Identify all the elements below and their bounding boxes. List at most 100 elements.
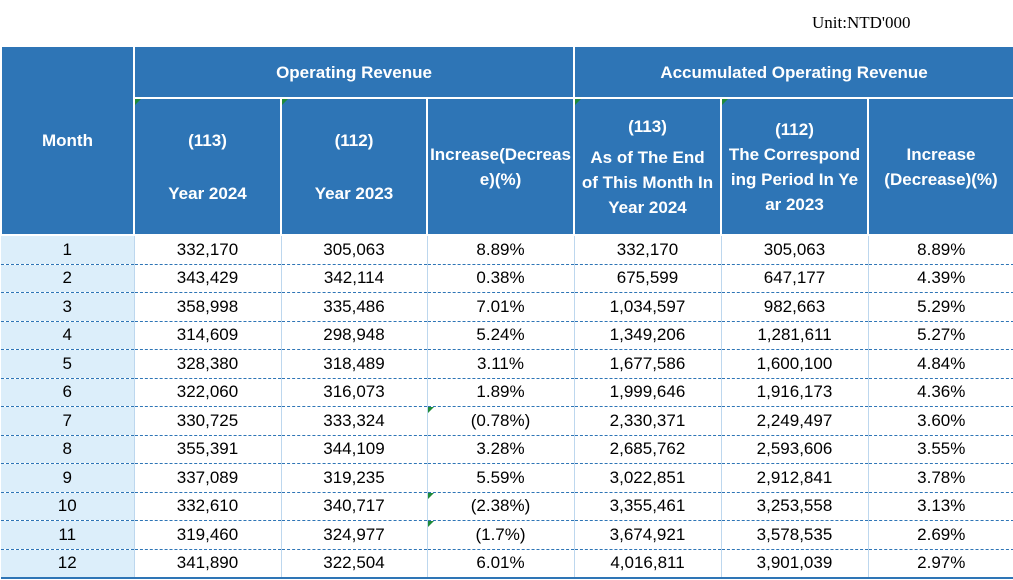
rev-2023-cell: 340,717 <box>280 492 427 521</box>
rev-change-cell: 5.59% <box>426 463 574 493</box>
acc-2023-cell: 3,253,558 <box>720 492 868 521</box>
acc-change-cell: 5.29% <box>867 292 1013 322</box>
acc-change-cell: 5.27% <box>867 321 1013 350</box>
acc-2023-cell: 2,912,841 <box>720 463 868 493</box>
rev-change-cell: (0.78%) <box>426 406 574 436</box>
acc-2024-cell: 3,022,851 <box>573 463 721 493</box>
table-row: 11 319,460 324,977 (1.7%) 3,674,921 3,57… <box>1 520 1013 550</box>
table-row: 7 330,725 333,324 (0.78%) 2,330,371 2,24… <box>1 406 1013 436</box>
acc-2023-cell: 647,177 <box>720 264 868 293</box>
table-row: 9 337,089 319,235 5.59% 3,022,851 2,912,… <box>1 463 1013 493</box>
rev-2024-cell: 358,998 <box>133 292 281 322</box>
rev-change-cell: 8.89% <box>426 235 574 265</box>
rev-2024-cell: 319,460 <box>133 520 281 550</box>
op-2024-code: (113) <box>188 130 227 150</box>
table-row: 10 332,610 340,717 (2.38%) 3,355,461 3,2… <box>1 492 1013 521</box>
rev-change-cell: 3.11% <box>426 349 574 379</box>
acc-change-label: Increase (Decrease)(%) <box>884 144 998 189</box>
month-cell: 8 <box>1 435 134 464</box>
rev-2023-cell: 344,109 <box>280 435 427 464</box>
rev-2024-cell: 341,890 <box>133 549 281 579</box>
acc-2024-cell: 2,685,762 <box>573 435 721 464</box>
operating-revenue-table: Month Operating Revenue Accumulated Oper… <box>0 45 1013 579</box>
table-row: 4 314,609 298,948 5.24% 1,349,206 1,281,… <box>1 321 1013 350</box>
rev-2024-cell: 337,089 <box>133 463 281 493</box>
op-2024-label: Year 2024 <box>168 183 247 203</box>
acc-2023-cell: 2,249,497 <box>720 406 868 436</box>
rev-2024-cell: 332,610 <box>133 492 281 521</box>
table-row: 8 355,391 344,109 3.28% 2,685,762 2,593,… <box>1 435 1013 464</box>
rev-2023-cell: 342,114 <box>280 264 427 293</box>
rev-2024-cell: 322,060 <box>133 378 281 407</box>
acc-2024-label: As of The End of This Month In Year 2024 <box>581 147 714 217</box>
rev-2023-cell: 316,073 <box>280 378 427 407</box>
acc-2024-cell: 3,355,461 <box>573 492 721 521</box>
operating-revenue-header: Operating Revenue <box>133 45 575 99</box>
month-cell: 11 <box>1 520 134 550</box>
acc-2024-cell: 675,599 <box>573 264 721 293</box>
op-change-label: Increase(Decrease)(%) <box>430 144 571 189</box>
acc-change-cell: 4.39% <box>867 264 1013 293</box>
acc-2023-cell: 1,281,611 <box>720 321 868 350</box>
acc-change-cell: 2.69% <box>867 520 1013 550</box>
rev-2023-cell: 318,489 <box>280 349 427 379</box>
acc-2024-cell: 332,170 <box>573 235 721 265</box>
rev-2023-cell: 335,486 <box>280 292 427 322</box>
rev-2023-cell: 305,063 <box>280 235 427 265</box>
acc-2023-code: (112) <box>775 119 814 139</box>
rev-2023-cell: 298,948 <box>280 321 427 350</box>
acc-change-cell: 3.13% <box>867 492 1013 521</box>
rev-change-cell: (1.7%) <box>426 520 574 550</box>
acc-2023-label: The Corresponding Period In Year 2023 <box>728 144 861 214</box>
rev-change-cell: 1.89% <box>426 378 574 407</box>
acc-change-cell: 3.60% <box>867 406 1013 436</box>
acc-2024-code: (113) <box>628 116 667 136</box>
acc-2023-header: (112) The Corresponding Period In Year 2… <box>720 97 869 236</box>
acc-change-cell: 4.36% <box>867 378 1013 407</box>
acc-change-cell: 3.55% <box>867 435 1013 464</box>
acc-change-cell: 3.78% <box>867 463 1013 493</box>
table-row: 12 341,890 322,504 6.01% 4,016,811 3,901… <box>1 549 1013 579</box>
month-cell: 2 <box>1 264 134 293</box>
accumulated-revenue-header: Accumulated Operating Revenue <box>573 45 1013 99</box>
rev-2024-cell: 330,725 <box>133 406 281 436</box>
acc-2024-cell: 1,034,597 <box>573 292 721 322</box>
month-cell: 7 <box>1 406 134 436</box>
acc-2024-cell: 3,674,921 <box>573 520 721 550</box>
rev-2024-cell: 355,391 <box>133 435 281 464</box>
acc-2024-cell: 1,349,206 <box>573 321 721 350</box>
op-change-header: Increase(Decrease)(%) <box>426 97 575 236</box>
rev-2024-cell: 314,609 <box>133 321 281 350</box>
rev-2024-cell: 343,429 <box>133 264 281 293</box>
acc-2023-cell: 982,663 <box>720 292 868 322</box>
month-header: Month <box>0 45 135 236</box>
acc-change-cell: 2.97% <box>867 549 1013 579</box>
month-cell: 5 <box>1 349 134 379</box>
op-2023-code: (112) <box>334 130 374 150</box>
acc-2023-cell: 1,600,100 <box>720 349 868 379</box>
acc-2024-cell: 4,016,811 <box>573 549 721 579</box>
unit-label: Unit:NTD'000 <box>812 13 911 32</box>
month-cell: 10 <box>1 492 134 521</box>
acc-2023-cell: 3,578,535 <box>720 520 868 550</box>
acc-2023-cell: 305,063 <box>720 235 868 265</box>
acc-change-cell: 8.89% <box>867 235 1013 265</box>
rev-change-cell: (2.38%) <box>426 492 574 521</box>
month-cell: 9 <box>1 463 134 493</box>
acc-change-cell: 4.84% <box>867 349 1013 379</box>
acc-2024-header: (113) As of The End of This Month In Yea… <box>573 97 722 236</box>
op-2024-header: (113) Year 2024 <box>133 97 282 236</box>
acc-2023-cell: 2,593,606 <box>720 435 868 464</box>
table-row: 1 332,170 305,063 8.89% 332,170 305,063 … <box>1 235 1013 265</box>
rev-2023-cell: 322,504 <box>280 549 427 579</box>
month-cell: 1 <box>1 235 134 265</box>
acc-2024-cell: 1,999,646 <box>573 378 721 407</box>
rev-2023-cell: 324,977 <box>280 520 427 550</box>
acc-2023-cell: 1,916,173 <box>720 378 868 407</box>
acc-2023-cell: 3,901,039 <box>720 549 868 579</box>
op-2023-label: Year 2023 <box>314 183 394 203</box>
rev-change-cell: 0.38% <box>426 264 574 293</box>
month-cell: 3 <box>1 292 134 322</box>
table-row: 6 322,060 316,073 1.89% 1,999,646 1,916,… <box>1 378 1013 407</box>
rev-change-cell: 3.28% <box>426 435 574 464</box>
